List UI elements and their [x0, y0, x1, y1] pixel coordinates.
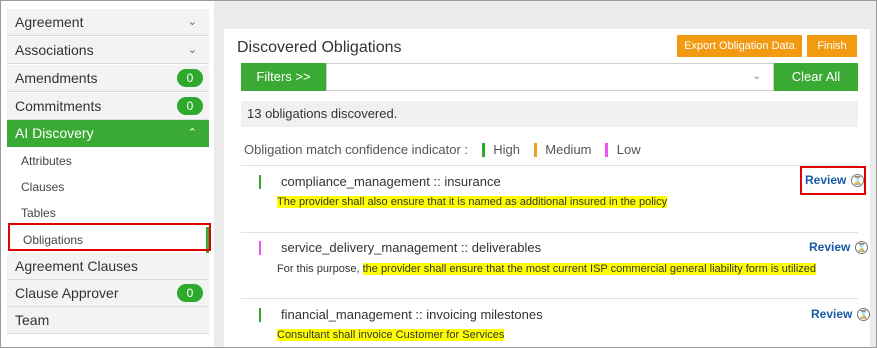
sidebar-item-amendments[interactable]: Amendments 0 [7, 65, 209, 92]
export-obligation-data-button[interactable]: Export Obligation Data [677, 35, 802, 57]
sidebar-item-agreement[interactable]: Agreement ⌄ [7, 9, 209, 36]
divider [241, 165, 858, 166]
obligation-highlight: Consultant shall invoice Customer for Se… [277, 329, 505, 341]
review-link[interactable]: Review ⌛ [809, 240, 869, 255]
chevron-up-icon: ⌃ [187, 127, 197, 139]
chevron-down-icon: ⌄ [187, 16, 197, 28]
sidebar-item-label: Clause Approver [15, 285, 119, 301]
obligation-title: financial_management :: invoicing milest… [281, 307, 543, 322]
high-confidence-icon [259, 175, 261, 189]
obligation-text: Consultant shall invoice Customer for Se… [277, 329, 505, 341]
obligation-highlight: The provider shall also ensure that it i… [277, 196, 668, 208]
review-link[interactable]: Review ⌛ [805, 173, 865, 188]
filter-bar: Filters >> ⌄ Clear All [241, 63, 858, 91]
filter-dropdown[interactable]: ⌄ [326, 63, 774, 91]
high-confidence-icon [259, 308, 261, 322]
low-indicator-icon [605, 142, 609, 157]
chevron-down-icon: ⌄ [752, 71, 761, 82]
chevron-down-icon: ⌄ [187, 44, 197, 56]
sidebar-item-label: Associations [15, 42, 94, 58]
sidebar: Agreement ⌄ Associations ⌄ Amendments 0 … [7, 9, 209, 347]
app-window: Agreement ⌄ Associations ⌄ Amendments 0 … [0, 0, 877, 348]
sidebar-item-label: Amendments [15, 70, 98, 86]
sidebar-item-agreement-clauses[interactable]: Agreement Clauses [7, 253, 209, 280]
sidebar-item-clause-approver[interactable]: Clause Approver 0 [7, 280, 209, 307]
sidebar-item-commitments[interactable]: Commitments 0 [7, 93, 209, 120]
filters-button[interactable]: Filters >> [241, 63, 326, 91]
obligation-title: compliance_management :: insurance [281, 174, 501, 189]
sidebar-item-ai-discovery[interactable]: AI Discovery ⌃ [7, 120, 209, 147]
sidebar-subitem-attributes[interactable]: Attributes [7, 148, 209, 174]
info-icon: ⌛ [855, 241, 869, 255]
obligation-title: service_delivery_management :: deliverab… [281, 240, 542, 255]
info-icon: ⌛ [851, 174, 865, 188]
obligation-text: The provider shall also ensure that it i… [277, 196, 668, 208]
high-indicator-icon [481, 142, 485, 157]
sidebar-item-label: Team [15, 312, 50, 328]
obligation-count: 13 obligations discovered. [241, 101, 858, 127]
info-icon: ⌛ [857, 308, 871, 322]
legend-label: Obligation match confidence indicator : [244, 141, 469, 157]
review-label: Review [811, 307, 853, 321]
divider [241, 232, 858, 233]
count-badge: 0 [177, 69, 203, 87]
legend-low: Low [616, 141, 641, 157]
legend-medium: Medium [545, 141, 592, 157]
medium-indicator-icon [533, 142, 537, 157]
sidebar-subitem-clauses[interactable]: Clauses [7, 174, 209, 200]
sidebar-subitem-obligations[interactable]: Obligations [7, 227, 209, 253]
page-title: Discovered Obligations [237, 39, 402, 56]
sidebar-item-label: Agreement [15, 14, 84, 30]
clear-all-button[interactable]: Clear All [774, 63, 858, 91]
sidebar-subitem-tables[interactable]: Tables [7, 200, 209, 226]
legend-high: High [493, 141, 521, 157]
sidebar-item-label: AI Discovery [15, 125, 94, 141]
obligation-highlight: the provider shall ensure that the most … [362, 263, 817, 275]
review-label: Review [809, 240, 851, 254]
finish-button[interactable]: Finish [807, 35, 857, 57]
review-link[interactable]: Review ⌛ [811, 307, 871, 322]
sidebar-item-associations[interactable]: Associations ⌄ [7, 37, 209, 64]
confidence-legend: Obligation match confidence indicator : … [244, 140, 641, 158]
low-confidence-icon [259, 241, 261, 255]
obligation-text: For this purpose, the provider shall ens… [277, 263, 817, 275]
divider [241, 298, 858, 299]
sidebar-item-team[interactable]: Team [7, 307, 209, 334]
sidebar-item-label: Commitments [15, 98, 102, 114]
count-badge: 0 [177, 284, 203, 302]
review-label: Review [805, 173, 847, 187]
obligation-prefix: For this purpose, [277, 263, 363, 275]
count-badge: 0 [177, 97, 203, 115]
sidebar-item-label: Agreement Clauses [15, 258, 138, 274]
